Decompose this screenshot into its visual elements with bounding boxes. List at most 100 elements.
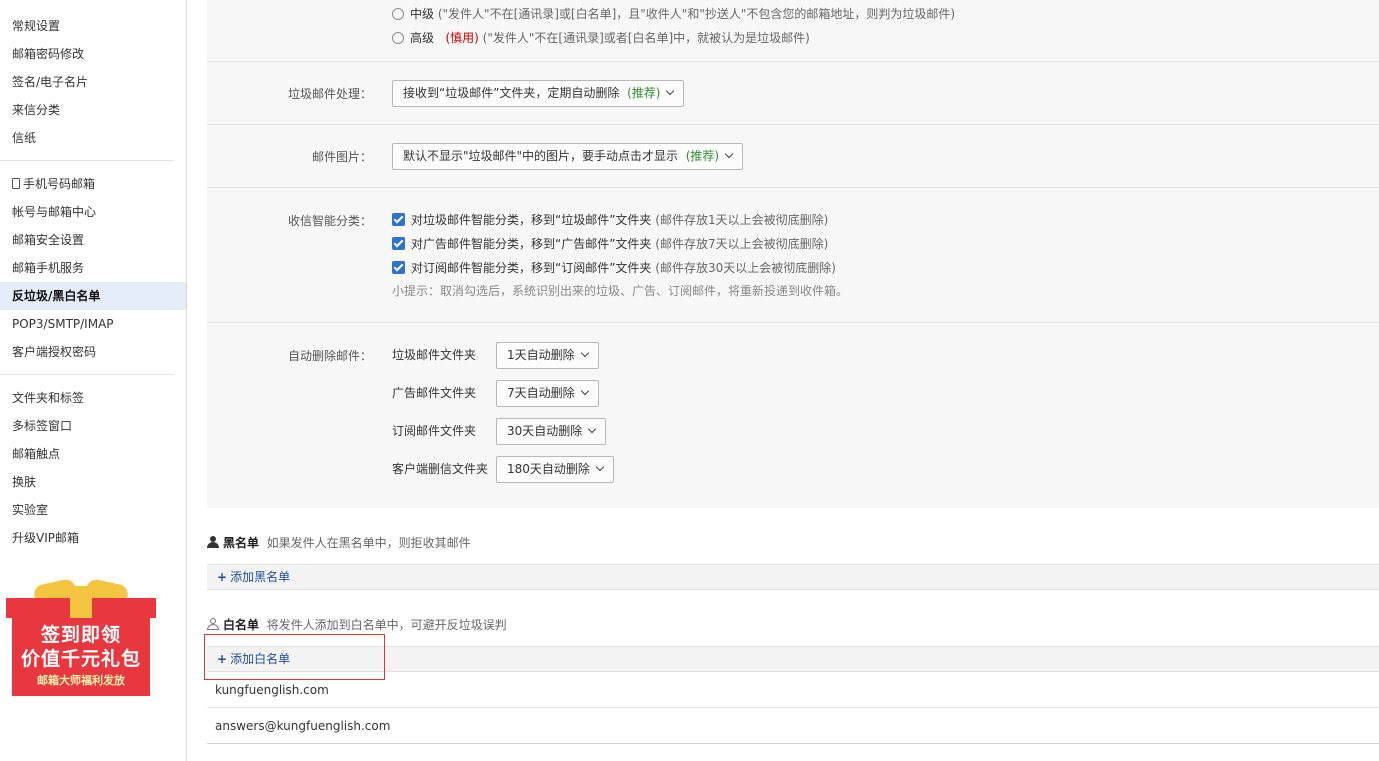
plus-icon: + — [217, 570, 228, 584]
sidebar-item-client-password[interactable]: 客户端授权密码 — [0, 338, 186, 366]
sidebar-item-touchpoint[interactable]: 邮箱触点 — [0, 440, 186, 468]
sidebar-item-multi-tab[interactable]: 多标签窗口 — [0, 412, 186, 440]
person-outline-icon — [207, 618, 219, 630]
chevron-down-icon — [595, 462, 605, 472]
chevron-down-icon — [580, 386, 589, 396]
recommend-badge: (推荐) — [685, 149, 720, 163]
promo-line-3: 邮箱大师福利发放 — [37, 674, 125, 687]
sidebar-group-general: 常规设置 邮箱密码修改 签名/电子名片 来信分类 信纸 — [0, 0, 174, 161]
whitelist-entries: kungfuenglish.com answers@kungfuenglish.… — [207, 672, 1379, 745]
sidebar-group-misc: 文件夹和标签 多标签窗口 邮箱触点 换肤 实验室 升级VIP邮箱 — [0, 375, 174, 560]
sidebar-item-mail-sort[interactable]: 来信分类 — [0, 96, 186, 124]
smart-sort-spam[interactable]: 对垃圾邮件智能分类，移到“垃圾邮件”文件夹 (邮件存放1天以上会被彻底删除) — [392, 208, 848, 232]
option-text: 对订阅邮件智能分类，移到“订阅邮件”文件夹 — [411, 261, 652, 275]
radio-button[interactable] — [392, 32, 404, 44]
main-content: 中级 ("发件人"不在[通讯录]或[白名单]，且"收件人"和"抄送人"不包含您的… — [204, 0, 1379, 761]
dropdown-value: 1天自动删除 — [507, 348, 575, 362]
option-note: (邮件存放30天以上会被彻底删除) — [655, 261, 836, 275]
plus-icon: + — [217, 652, 228, 666]
sidebar-item-antispam[interactable]: 反垃圾/黑白名单 — [0, 282, 186, 310]
folder-name: 广告邮件文件夹 — [392, 386, 477, 400]
option-text: 对广告邮件智能分类，移到“广告邮件”文件夹 — [411, 237, 652, 251]
caution-tag: (慎用) — [445, 31, 479, 45]
option-name: 中级 — [410, 7, 435, 21]
mail-images-dropdown[interactable]: 默认不显示"垃圾邮件"中的图片，要手动点击才显示 (推荐) — [392, 143, 744, 170]
option-desc: ("发件人"不在[通讯录]或者[白名单]中，就被认为是垃圾邮件) — [482, 31, 810, 45]
dropdown-value: 180天自动删除 — [507, 462, 590, 476]
smart-sort-label: 收信智能分类： — [287, 214, 372, 228]
add-whitelist-label: 添加白名单 — [230, 652, 291, 666]
sidebar-item-label: 手机号码邮箱 — [23, 177, 96, 191]
sidebar: 常规设置 邮箱密码修改 签名/电子名片 来信分类 信纸 手机号码邮箱 帐号与邮箱… — [0, 0, 187, 761]
dropdown-value: 7天自动删除 — [507, 386, 575, 400]
smart-sort-subscription[interactable]: 对订阅邮件智能分类，移到“订阅邮件”文件夹 (邮件存放30天以上会被彻底删除) — [392, 256, 848, 280]
smart-sort-tip: 小提示：取消勾选后，系统识别出来的垃圾、广告、订阅邮件，将重新投递到收件箱。 — [392, 284, 849, 298]
blacklist-desc: 如果发件人在黑名单中，则拒收其邮件 — [266, 536, 471, 550]
add-blacklist-button[interactable]: + 添加黑名单 — [207, 564, 1379, 590]
auto-delete-label: 自动删除邮件： — [287, 349, 372, 363]
option-note: (邮件存放7天以上会被彻底删除) — [655, 237, 829, 251]
sidebar-group-account: 手机号码邮箱 帐号与邮箱中心 邮箱安全设置 邮箱手机服务 反垃圾/黑白名单 PO… — [0, 161, 186, 375]
sidebar-item-security[interactable]: 邮箱安全设置 — [0, 226, 186, 254]
promo-banner[interactable]: 签到即领 价值千元礼包 邮箱大师福利发放 — [6, 577, 156, 698]
radio-button[interactable] — [392, 8, 404, 20]
whitelist-header: 白名单 将发件人添加到白名单中，可避开反垃圾误判 — [207, 616, 507, 633]
add-blacklist-label: 添加黑名单 — [230, 570, 291, 584]
sidebar-item-signature[interactable]: 签名/电子名片 — [0, 68, 186, 96]
auto-delete-spam-dropdown[interactable]: 1天自动删除 — [496, 342, 599, 369]
sidebar-item-stationery[interactable]: 信纸 — [0, 124, 186, 152]
spam-level-row: 中级 ("发件人"不在[通讯录]或[白名单]，且"收件人"和"抄送人"不包含您的… — [207, 0, 1379, 62]
folder-name: 垃圾邮件文件夹 — [392, 348, 477, 362]
smart-sort-ads[interactable]: 对广告邮件智能分类，移到“广告邮件”文件夹 (邮件存放7天以上会被彻底删除) — [392, 232, 848, 256]
whitelist-entry[interactable]: answers@kungfuenglish.com — [207, 708, 1379, 744]
sidebar-item-mobile-service[interactable]: 邮箱手机服务 — [0, 254, 186, 282]
auto-delete-ads: 广告邮件文件夹 7天自动删除 — [392, 379, 599, 407]
phone-icon — [12, 178, 20, 189]
gift-ribbon — [70, 586, 92, 618]
sidebar-item-folders-tags[interactable]: 文件夹和标签 — [0, 384, 186, 412]
sidebar-item-account-center[interactable]: 帐号与邮箱中心 — [0, 198, 186, 226]
folder-name: 订阅邮件文件夹 — [392, 424, 477, 438]
add-whitelist-button[interactable]: + 添加白名单 — [207, 646, 1379, 672]
sidebar-item-skin[interactable]: 换肤 — [0, 468, 186, 496]
spam-level-options: 中级 ("发件人"不在[通讯录]或[白名单]，且"收件人"和"抄送人"不包含您的… — [392, 2, 955, 50]
whitelist-entry[interactable]: kungfuenglish.com — [207, 672, 1379, 708]
option-note: (邮件存放1天以上会被彻底删除) — [655, 213, 829, 227]
checkbox-checked[interactable] — [392, 237, 405, 250]
checkbox-checked[interactable] — [392, 213, 405, 226]
spam-handling-dropdown[interactable]: 接收到“垃圾邮件”文件夹，定期自动删除 (推荐) — [392, 80, 685, 107]
whitelist-desc: 将发件人添加到白名单中，可避开反垃圾误判 — [266, 618, 507, 632]
spam-level-medium[interactable]: 中级 ("发件人"不在[通讯录]或[白名单]，且"收件人"和"抄送人"不包含您的… — [392, 2, 955, 26]
auto-delete-client-dropdown[interactable]: 180天自动删除 — [496, 456, 614, 483]
smart-sort-row: 收信智能分类： 对垃圾邮件智能分类，移到“垃圾邮件”文件夹 (邮件存放1天以上会… — [207, 188, 1379, 323]
sidebar-item-lab[interactable]: 实验室 — [0, 496, 186, 524]
auto-delete-ads-dropdown[interactable]: 7天自动删除 — [496, 380, 599, 407]
spam-level-high[interactable]: 高级 (慎用) ("发件人"不在[通讯录]或者[白名单]中，就被认为是垃圾邮件) — [392, 26, 955, 50]
spam-handling-label: 垃圾邮件处理： — [287, 87, 372, 101]
auto-delete-client: 客户端删信文件夹 180天自动删除 — [392, 455, 614, 483]
folder-name: 客户端删信文件夹 — [392, 462, 489, 476]
chevron-down-icon — [724, 149, 734, 159]
promo-line-1: 签到即领 — [40, 624, 121, 646]
chevron-down-icon — [666, 86, 675, 96]
sidebar-item-vip[interactable]: 升级VIP邮箱 — [0, 524, 186, 552]
auto-delete-subscription-dropdown[interactable]: 30天自动删除 — [496, 418, 607, 445]
checkbox-checked[interactable] — [392, 261, 405, 274]
sidebar-item-pop3[interactable]: POP3/SMTP/IMAP — [0, 310, 186, 338]
sidebar-item-general-settings[interactable]: 常规设置 — [0, 12, 186, 40]
recommend-badge: (推荐) — [627, 86, 661, 100]
option-text: 对垃圾邮件智能分类，移到“垃圾邮件”文件夹 — [411, 213, 652, 227]
spam-handling-row: 垃圾邮件处理： 接收到“垃圾邮件”文件夹，定期自动删除 (推荐) — [207, 62, 1379, 125]
sidebar-item-password[interactable]: 邮箱密码修改 — [0, 40, 186, 68]
option-name: 高级 — [410, 31, 435, 45]
auto-delete-spam: 垃圾邮件文件夹 1天自动删除 — [392, 341, 599, 369]
dropdown-value: 30天自动删除 — [507, 424, 583, 438]
dropdown-value: 接收到“垃圾邮件”文件夹，定期自动删除 — [403, 86, 620, 100]
blacklist-title: 黑名单 — [223, 536, 260, 550]
option-desc: ("发件人"不在[通讯录]或[白名单]，且"收件人"和"抄送人"不包含您的邮箱地… — [437, 7, 956, 21]
chevron-down-icon — [588, 424, 597, 434]
antispam-settings-panel: 中级 ("发件人"不在[通讯录]或[白名单]，且"收件人"和"抄送人"不包含您的… — [207, 0, 1379, 508]
mail-images-label: 邮件图片： — [311, 150, 372, 164]
person-icon — [207, 536, 219, 548]
sidebar-item-phone-mailbox[interactable]: 手机号码邮箱 — [0, 170, 186, 198]
